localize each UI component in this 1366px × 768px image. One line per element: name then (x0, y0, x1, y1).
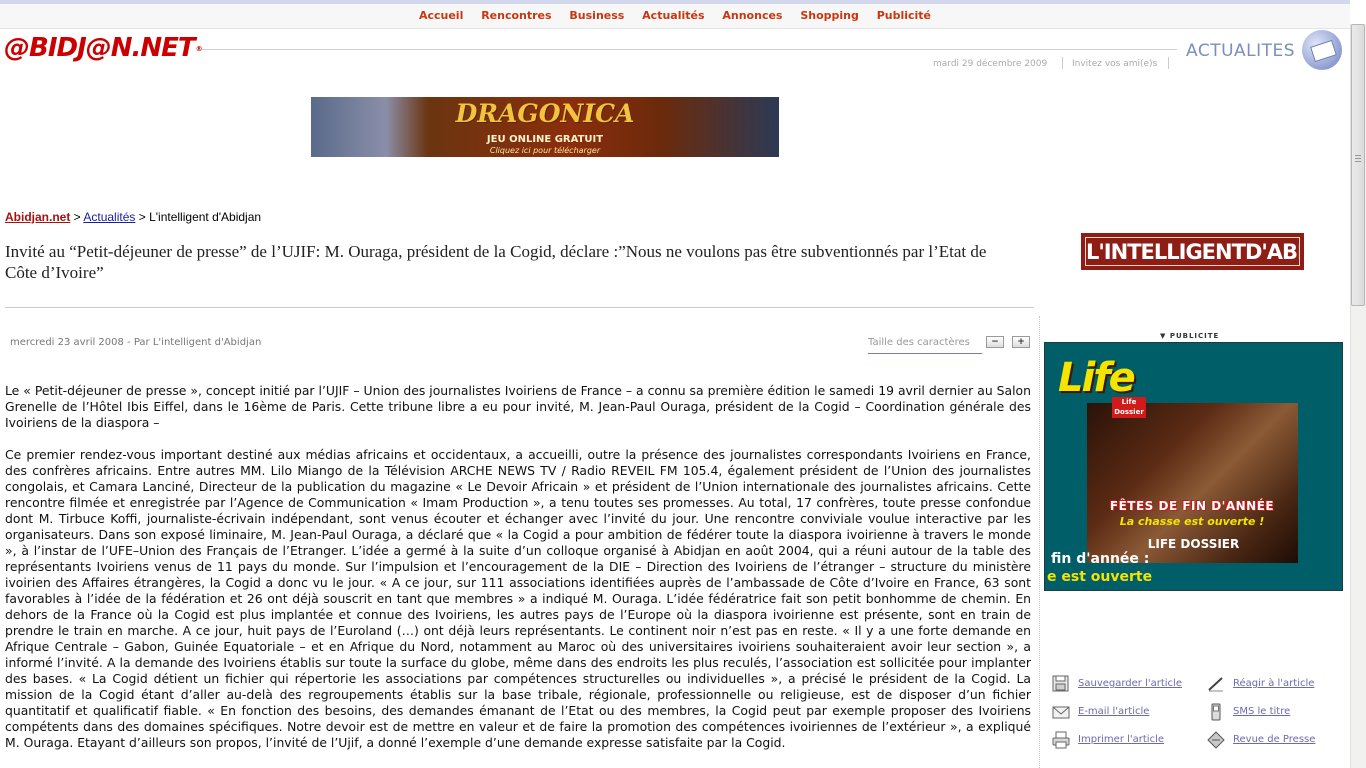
ad-tagline: La chasse est ouverte ! (1119, 515, 1265, 528)
ad-text-line-1: fin d'année : (1051, 551, 1150, 567)
banner-ad-cta: Cliquez ici pour télécharger (489, 146, 601, 155)
site-logo[interactable]: @BIDJ@N.NET® (4, 33, 203, 67)
nav-link-accueil[interactable]: Accueil (419, 9, 463, 22)
pen-icon (1208, 677, 1223, 692)
font-size-underline (868, 353, 982, 354)
email-icon (1052, 706, 1070, 719)
advertising-label: ▼ PUBLICITE (1160, 332, 1220, 340)
mobile-phone-icon (1211, 703, 1221, 721)
top-navigation-bar: Accueil Rencontres Business Actualités A… (0, 0, 1350, 29)
nav-link-business[interactable]: Business (569, 9, 624, 22)
increase-font-button[interactable]: + (1012, 336, 1030, 348)
header-separator (1168, 57, 1169, 69)
printer-icon (1052, 731, 1070, 749)
press-review-link[interactable]: Revue de Presse (1233, 734, 1315, 745)
article-headline: Invité au “Petit-déjeuner de presse” de … (5, 242, 987, 282)
font-size-label: Taille des caractères (868, 337, 970, 348)
scrollbar-thumb[interactable] (1351, 24, 1365, 306)
nav-link-publicite[interactable]: Publicité (877, 9, 931, 22)
newspaper-logo-part-a: L'INTELLIGENT (1086, 240, 1246, 264)
headline-divider (5, 307, 1034, 308)
article-body: Le « Petit-déjeuner de presse », concept… (5, 383, 1031, 767)
banner-ad-title: DRAGONICA (455, 99, 635, 128)
article-dateline: mercredi 23 avril 2008 - Par L'intellige… (10, 337, 262, 348)
invite-friends-link[interactable]: Invitez vos ami(e)s (1072, 59, 1157, 69)
ad-brand: Life (1058, 355, 1136, 401)
breadcrumb: Abidjan.net > Actualités > L'intelligent… (5, 210, 261, 224)
save-disk-icon (1052, 675, 1069, 692)
header-divider (202, 49, 1177, 50)
column-divider (1039, 316, 1040, 768)
breadcrumb-current: L'intelligent d'Abidjan (149, 210, 262, 224)
save-article-link[interactable]: Sauvegarder l'article (1078, 678, 1182, 689)
banner-ad-subtitle: JEU ONLINE GRATUIT (486, 134, 604, 145)
banner-ad[interactable]: DRAGONICA JEU ONLINE GRATUIT Cliquez ici… (311, 97, 779, 157)
breadcrumb-section-link[interactable]: Actualités (83, 210, 135, 224)
section-title: ACTUALITES (1186, 41, 1296, 61)
nav-link-rencontres[interactable]: Rencontres (481, 9, 551, 22)
header-separator (1062, 57, 1063, 69)
newspaper-logo[interactable]: L'INTELLIGENTD'ABIDJAN (1081, 233, 1304, 270)
site-logo-text: @BIDJ@N.NET (4, 33, 196, 63)
newspaper-logo-part-b: D'ABIDJAN (1244, 240, 1299, 264)
newspaper-logo-text: L'INTELLIGENTD'ABIDJAN (1085, 237, 1300, 266)
ad-dossier-label: LIFE DOSSIER (1147, 537, 1240, 551)
newspaper-icon (1302, 30, 1342, 70)
breadcrumb-separator: > (70, 210, 84, 224)
sidebar-ad[interactable]: Life Life Dossier FÊTES DE FIN D'ANNÉE L… (1044, 342, 1343, 591)
decrease-font-button[interactable]: − (986, 336, 1004, 348)
nav-link-actualites[interactable]: Actualités (642, 9, 704, 22)
breadcrumb-separator: > (135, 210, 150, 224)
react-article-link[interactable]: Réagir à l'article (1233, 678, 1314, 689)
nav-link-annonces[interactable]: Annonces (722, 9, 782, 22)
breadcrumb-home-link[interactable]: Abidjan.net (5, 210, 70, 224)
registered-mark: ® (195, 44, 203, 53)
ad-headline: FÊTES DE FIN D'ANNÉE (1109, 499, 1275, 513)
ad-text-line-2: e est ouverte (1047, 569, 1153, 585)
header-date: mardi 29 décembre 2009 (933, 59, 1048, 69)
print-article-link[interactable]: Imprimer l'article (1078, 734, 1164, 745)
sms-title-link[interactable]: SMS le titre (1233, 706, 1290, 717)
email-article-link[interactable]: E-mail l'article (1078, 706, 1149, 717)
article-paragraph: Le « Petit-déjeuner de presse », concept… (5, 383, 1031, 430)
article-paragraph: Ce premier rendez-vous important destiné… (5, 447, 1031, 750)
press-review-icon (1207, 731, 1225, 749)
top-nav-links: Accueil Rencontres Business Actualités A… (0, 9, 1350, 22)
ad-badge: Life Dossier (1112, 397, 1146, 418)
nav-link-shopping[interactable]: Shopping (800, 9, 859, 22)
